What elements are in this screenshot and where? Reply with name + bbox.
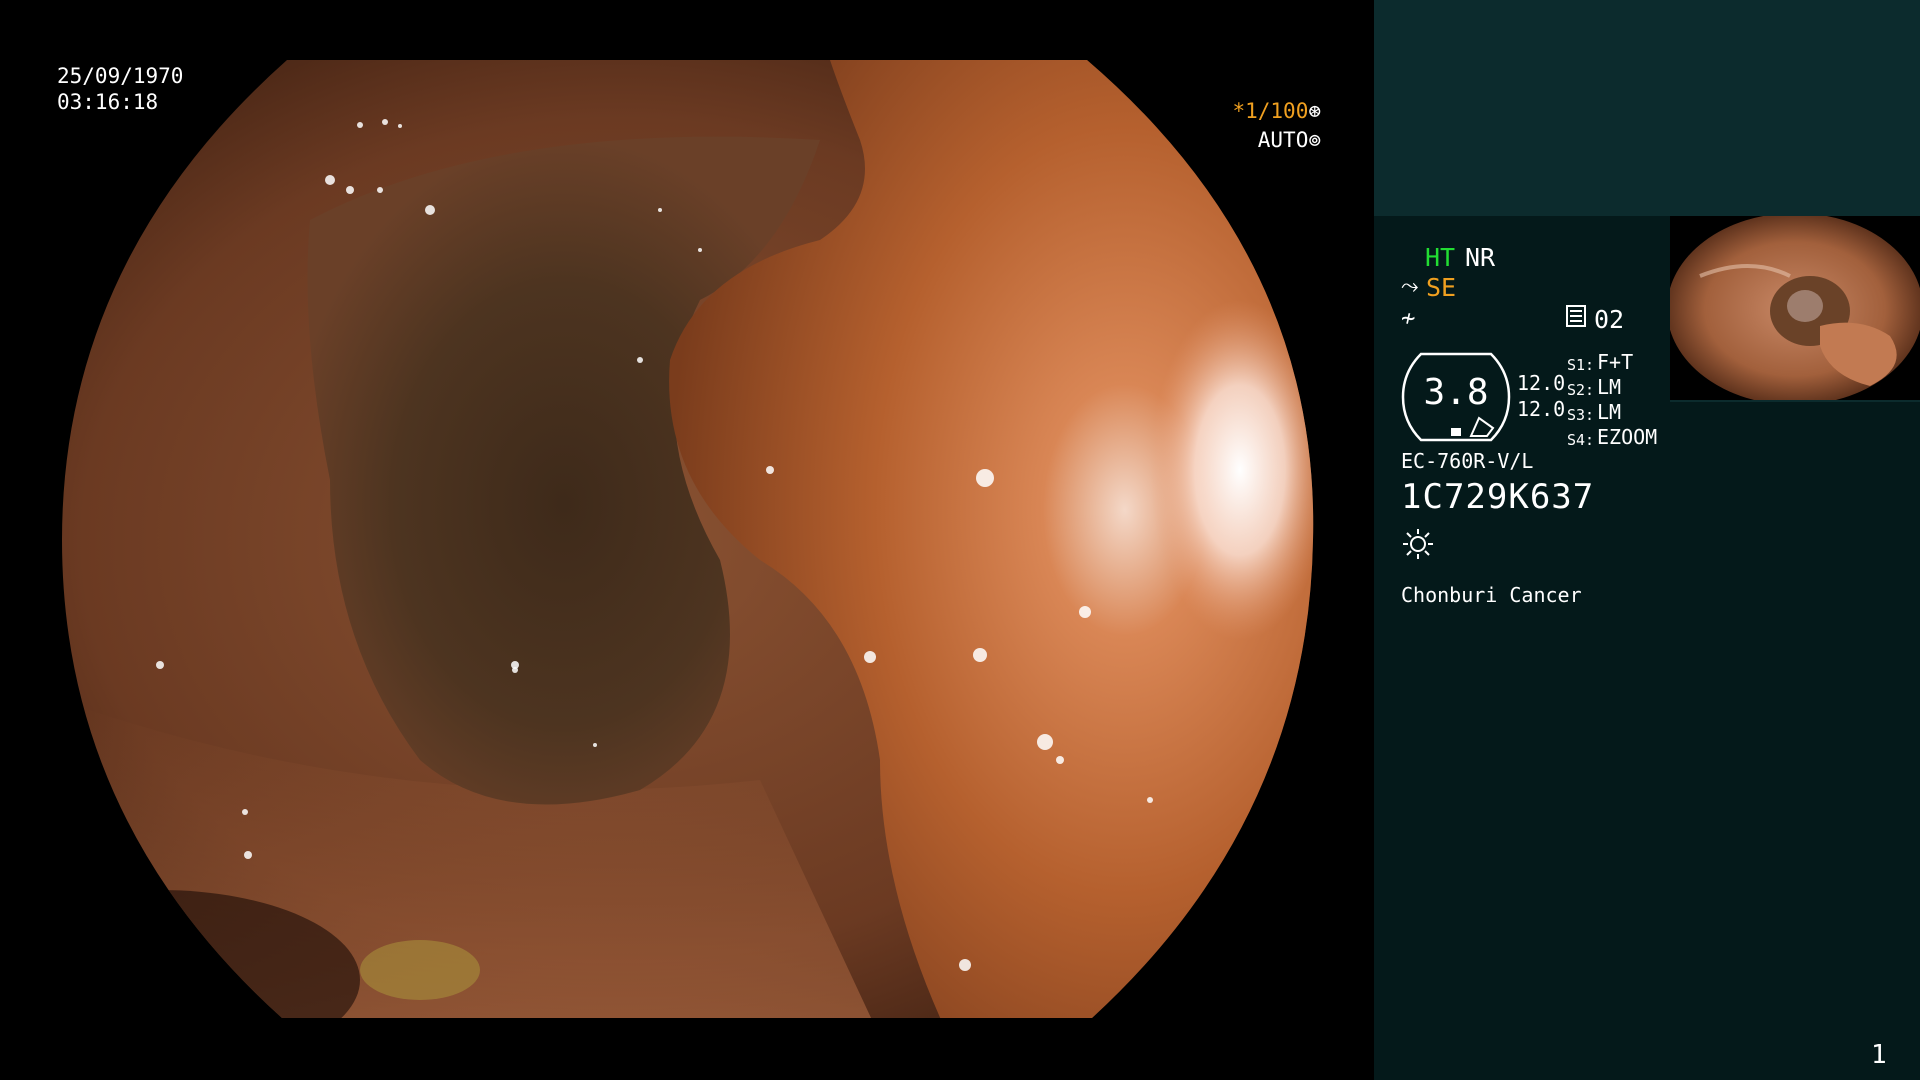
- thumbnail-image: [1670, 216, 1920, 402]
- specular-dot: [512, 667, 518, 673]
- specular-dot: [242, 809, 248, 815]
- specular-dot: [377, 187, 383, 193]
- switch-3-label: S3:: [1567, 406, 1595, 424]
- specular-dot: [637, 357, 643, 363]
- ht-indicator: HT: [1425, 243, 1456, 272]
- exposure-readout: AUTO⊚: [1258, 127, 1321, 153]
- switch-3-value: LM: [1597, 400, 1622, 424]
- specular-dot: [1056, 756, 1064, 764]
- specular-dot: [244, 851, 252, 859]
- thumbnail-preview[interactable]: [1670, 216, 1920, 402]
- specular-dot: [766, 466, 774, 474]
- specular-dot: [698, 248, 702, 252]
- specular-dot: [1037, 734, 1053, 750]
- specular-dot: [382, 119, 388, 125]
- switch-4-label: S4:: [1567, 431, 1595, 449]
- aperture-icon: ⊛: [1308, 99, 1321, 123]
- scope-angle-icon: ⤳: [1401, 274, 1419, 299]
- light-source-icon: [1403, 529, 1433, 559]
- specular-dot: [658, 208, 662, 212]
- scope-model: EC-760R-V/L: [1401, 449, 1534, 473]
- panel-header-area: [1374, 0, 1920, 216]
- zoom-value: 3.8: [1423, 372, 1489, 413]
- endoscopic-view: 25/09/1970 03:16:18 *1/100⊛ AUTO⊚: [0, 0, 1374, 1080]
- specular-dot: [1079, 606, 1091, 618]
- specular-dot: [976, 469, 994, 487]
- specular-dot: [156, 661, 164, 669]
- specular-dot: [346, 186, 354, 194]
- specular-dot: [425, 205, 435, 215]
- specular-dot: [325, 175, 335, 185]
- setting-value-2: 12.0: [1517, 397, 1566, 421]
- memory-card-icon: [1566, 305, 1586, 327]
- facility-name: Chonburi Cancer: [1401, 583, 1582, 607]
- curve-icon: ≁: [1401, 304, 1416, 332]
- time-readout: 03:16:18: [57, 90, 159, 114]
- info-panel: HT NR ⤳ SE ≁ 02 3.8 12.0 12.0 S1: F+T S2…: [1374, 0, 1920, 1080]
- shutter-readout: *1/100⊛: [1232, 98, 1321, 124]
- thumbnail-info-bar: [1670, 400, 1920, 402]
- specular-dot: [864, 651, 876, 663]
- shutter-value: *1/100: [1232, 99, 1309, 123]
- endoscopic-image: [62, 60, 1314, 1018]
- exposure-value: AUTO: [1257, 128, 1309, 152]
- switch-1-label: S1:: [1567, 356, 1595, 374]
- serial-number: 1C729K637: [1401, 477, 1595, 517]
- page-number: 1: [1871, 1040, 1887, 1070]
- iris-icon: ⊚: [1308, 128, 1321, 152]
- memory-number: 02: [1594, 305, 1625, 334]
- specular-dot: [593, 743, 597, 747]
- setting-value-1: 12.0: [1517, 371, 1566, 395]
- specular-dot: [973, 648, 987, 662]
- switch-4-value: EZOOM: [1597, 425, 1658, 449]
- se-indicator: SE: [1426, 273, 1457, 302]
- switch-2-value: LM: [1597, 375, 1622, 399]
- switch-2-label: S2:: [1567, 381, 1595, 399]
- specular-dot: [398, 124, 402, 128]
- endoscopy-screen: 25/09/1970 03:16:18 *1/100⊛ AUTO⊚ HT NR …: [0, 0, 1920, 1080]
- nr-indicator: NR: [1465, 243, 1496, 272]
- specular-dot: [357, 122, 363, 128]
- switch-1-value: F+T: [1597, 350, 1634, 374]
- date-readout: 25/09/1970: [57, 64, 184, 88]
- specular-dot: [1147, 797, 1153, 803]
- specular-dot: [959, 959, 971, 971]
